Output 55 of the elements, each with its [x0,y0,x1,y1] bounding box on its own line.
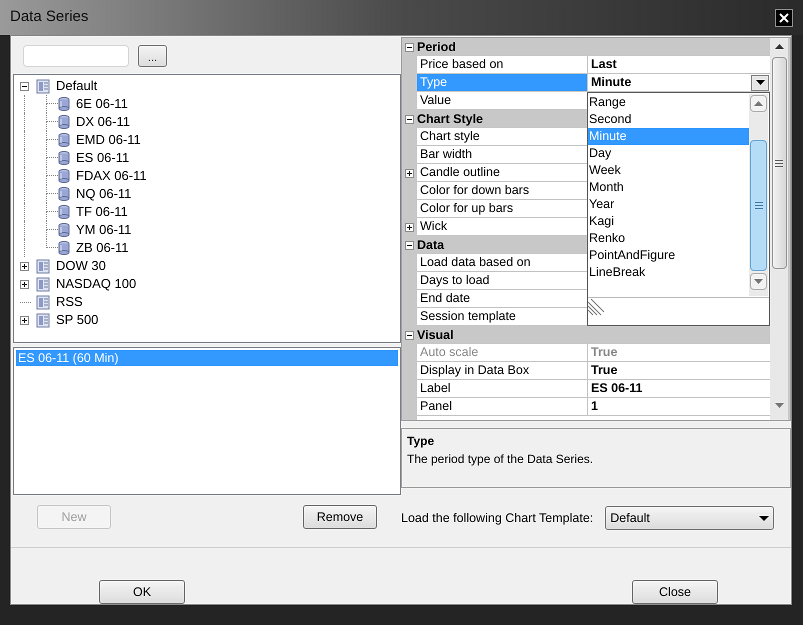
category-header[interactable]: Visual [417,326,454,344]
tree-item[interactable]: Default [56,76,98,96]
property-name[interactable]: End date [417,290,587,307]
tree-item[interactable]: YM 06-11 [76,220,132,240]
dropdown-option[interactable]: Range [588,94,749,111]
property-name[interactable]: Price based on [417,56,587,73]
tree-item[interactable]: DOW 30 [56,256,106,276]
property-name[interactable]: Candle outline [417,164,587,181]
property-name[interactable]: Color for down bars [417,182,587,199]
tree-item[interactable]: TF 06-11 [76,202,128,222]
property-value[interactable]: True [588,361,620,380]
property-name[interactable]: Label [417,380,587,397]
dropdown-option[interactable]: Month [588,179,749,196]
dropdown-option[interactable]: Year [588,196,749,213]
property-name[interactable]: Value [417,92,587,109]
tree-item[interactable]: EMD 06-11 [76,130,141,150]
property-name[interactable]: Days to load [417,272,587,289]
tree-item[interactable]: RSS [56,292,83,312]
dropdown-option[interactable]: Week [588,162,749,179]
tree-item[interactable]: SP 500 [56,310,98,330]
property-name[interactable]: Load data based on [417,254,587,271]
tree-item[interactable]: NASDAQ 100 [56,274,136,294]
template-dropdown[interactable]: Default [605,506,774,530]
category-header[interactable]: Data [417,236,444,254]
dropdown-option[interactable]: Second [588,111,749,128]
tree-item[interactable]: 6E 06-11 [76,94,128,114]
property-name[interactable]: Chart style [417,128,587,145]
property-value[interactable]: Last [588,55,620,74]
category-header[interactable]: Period [417,38,456,56]
dropdown-option[interactable]: Renko [588,230,749,247]
dropdown-option[interactable]: Day [588,145,749,162]
property-name[interactable]: Session template [417,308,587,325]
tree-item[interactable]: NQ 06-11 [76,184,132,204]
close-button[interactable]: Close [632,580,718,604]
tree-item[interactable]: DX 06-11 [76,112,130,132]
property-name[interactable]: Wick [417,218,587,235]
category-header[interactable]: Chart Style [417,110,483,128]
property-value[interactable]: 1 [588,397,601,416]
remove-button[interactable]: Remove [303,505,377,529]
ok-button[interactable]: OK [99,580,185,604]
property-name[interactable]: Color for up bars [417,200,587,217]
dropdown-option[interactable]: LineBreak [588,264,749,281]
property-name[interactable]: Display in Data Box [417,362,587,379]
tree-item[interactable]: ZB 06-11 [76,238,129,258]
tree-item[interactable]: ES 06-11 [76,148,130,168]
dropdown-option[interactable]: Kagi [588,213,749,230]
window-title: Data Series [10,7,88,28]
description-title: Type [407,433,436,450]
property-name[interactable]: Panel [417,398,587,415]
template-label: Load the following Chart Template: [401,510,594,527]
browse-button[interactable]: ... [138,45,167,67]
dropdown-option[interactable]: PointAndFigure [588,247,749,264]
property-name[interactable]: Bar width [417,146,587,163]
description-text: The period type of the Data Series. [407,451,594,468]
tree-item[interactable]: FDAX 06-11 [76,166,147,186]
